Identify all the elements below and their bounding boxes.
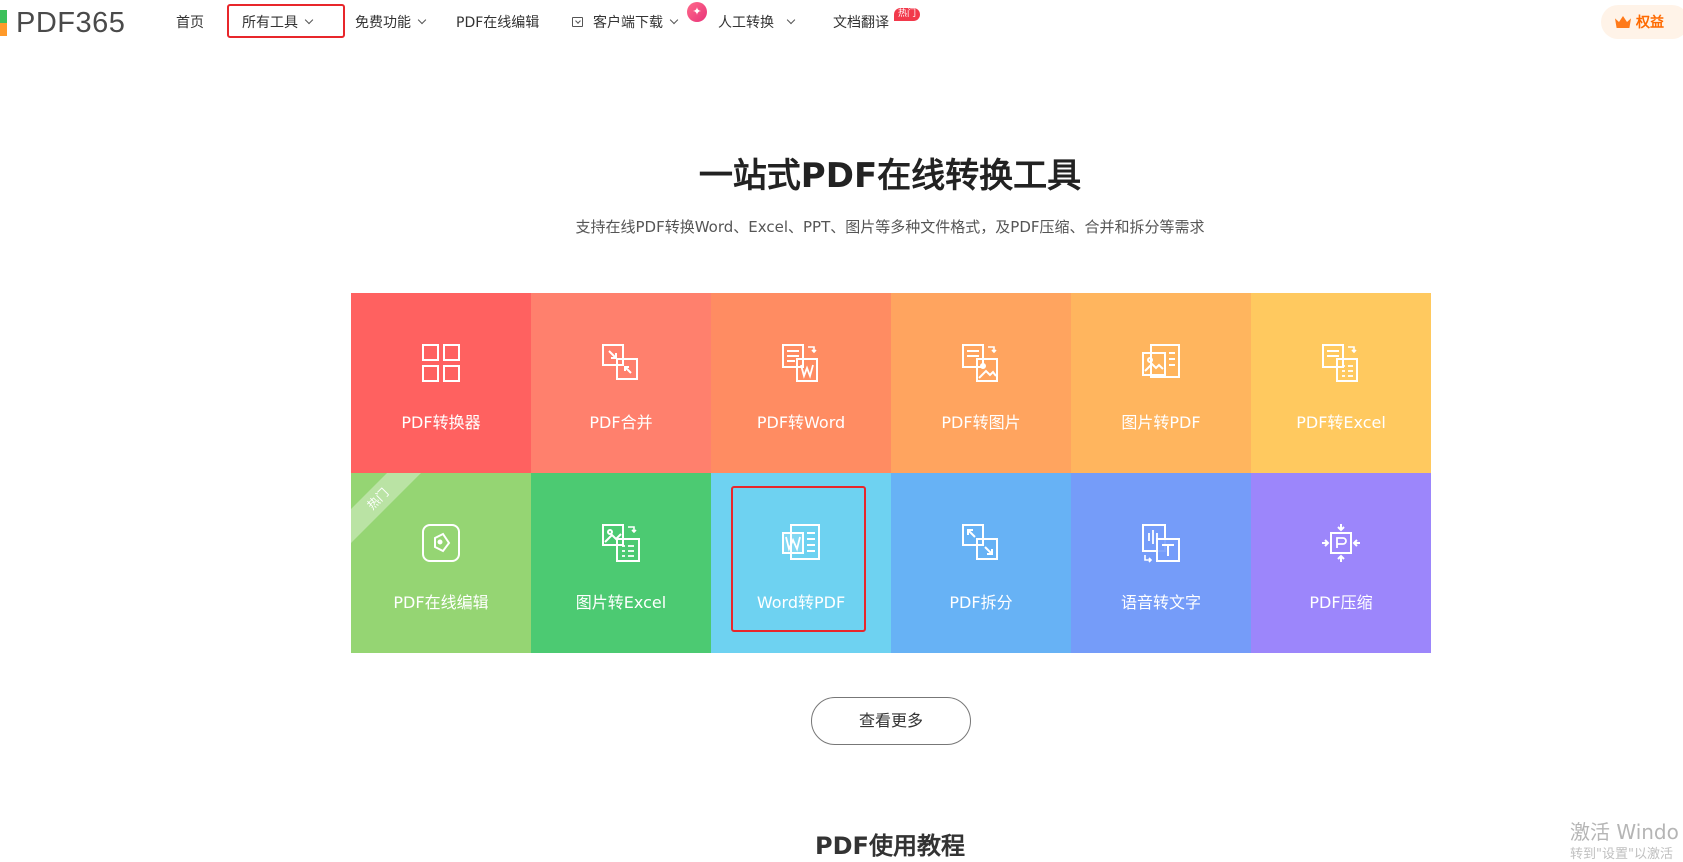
- tool-tile-pdf-compress[interactable]: PDF压缩: [1251, 473, 1431, 653]
- tool-tile-label: PDF转图片: [941, 413, 1021, 432]
- chevron-down-icon: [786, 15, 796, 25]
- nav-doc-translate-label: 文档翻译: [833, 15, 889, 31]
- hot-badge: 热门: [894, 8, 921, 21]
- windows-activation-watermark: 激活 Windo: [1570, 820, 1679, 844]
- tool-tile-image-to-excel[interactable]: 图片转Excel: [531, 473, 711, 653]
- tool-tile-label: PDF拆分: [949, 593, 1013, 612]
- nav-item-doc-translate[interactable]: 文档翻译: [833, 12, 889, 32]
- nav-home-label: 首页: [176, 15, 204, 31]
- download-icon: [572, 17, 583, 27]
- tool-tile-label: PDF压缩: [1309, 593, 1373, 612]
- nav-item-home[interactable]: 首页: [176, 12, 204, 32]
- voice-to-text-icon: [1142, 524, 1180, 563]
- tool-tile-image-to-pdf[interactable]: 图片转PDF: [1071, 293, 1251, 473]
- tool-tile-pdf-to-word[interactable]: PDF转Word: [711, 293, 891, 473]
- tool-tile-pdf-split[interactable]: PDF拆分: [891, 473, 1071, 653]
- tool-tile-label: PDF合并: [589, 413, 653, 432]
- nav-item-online-edit[interactable]: PDF在线编辑: [456, 12, 539, 32]
- tool-tile-label: PDF转换器: [401, 413, 481, 432]
- tool-tile-voice-to-text[interactable]: 语音转文字: [1071, 473, 1251, 653]
- nav-online-edit-label: PDF在线编辑: [456, 15, 540, 31]
- page-subtitle: 支持在线PDF转换Word、Excel、PPT、图片等多种文件格式，及PDF压缩…: [575, 218, 1205, 236]
- tool-tile-label: PDF转Excel: [1296, 413, 1386, 432]
- tool-grid: PDF转换器 PDF合并 PDF转Word PDF转图片 图片转PDF PDF转…: [351, 293, 1431, 653]
- nav-client-download-label: 客户端下载: [593, 15, 663, 31]
- image-to-excel-icon: [602, 524, 640, 562]
- crown-icon: [1615, 16, 1631, 28]
- pdf-to-word-icon: [782, 344, 818, 382]
- merge-icon: [602, 344, 638, 380]
- image-to-pdf-icon: [1142, 344, 1180, 378]
- logo-mark-icon: [0, 10, 7, 36]
- edit-icon: [422, 524, 460, 562]
- nav-item-free-features[interactable]: 免费功能: [355, 12, 427, 32]
- pdf365-logo[interactable]: PDF365: [0, 6, 126, 39]
- tool-tile-pdf-merge[interactable]: PDF合并: [531, 293, 711, 473]
- word-to-pdf-highlight-box: [731, 486, 866, 632]
- fire-icon: ✦: [687, 2, 707, 22]
- tool-tile-pdf-converter[interactable]: PDF转换器: [351, 293, 531, 473]
- benefits-label: 权益: [1636, 15, 1664, 31]
- tool-tile-pdf-to-excel[interactable]: PDF转Excel: [1251, 293, 1431, 473]
- chevron-down-icon: [669, 15, 679, 25]
- tutorial-section-title: PDF使用教程: [815, 832, 965, 860]
- all-tools-highlight-box: [227, 4, 345, 38]
- nav-item-manual-convert[interactable]: 人工转换: [718, 12, 796, 32]
- tool-tile-label: 语音转文字: [1120, 593, 1201, 612]
- chevron-down-icon: [417, 15, 427, 25]
- tool-tile-label: PDF转Word: [756, 413, 846, 432]
- logo-text: PDF365: [16, 6, 126, 39]
- view-more-button[interactable]: 查看更多: [811, 697, 971, 745]
- tool-tile-pdf-to-image[interactable]: PDF转图片: [891, 293, 1071, 473]
- windows-activation-hint: 转到"设置"以激活: [1570, 847, 1673, 862]
- grid-icon: [422, 344, 460, 382]
- benefits-button[interactable]: 权益: [1601, 5, 1683, 39]
- hot-ribbon: 热门: [351, 473, 426, 547]
- pdf-to-excel-icon: [1322, 344, 1358, 382]
- nav-free-features-label: 免费功能: [355, 15, 411, 31]
- tool-tile-label: 图片转Excel: [575, 593, 667, 612]
- nav-item-client-download[interactable]: 客户端下载: [572, 12, 679, 32]
- nav-manual-convert-label: 人工转换: [718, 15, 774, 31]
- pdf-to-image-icon: [962, 344, 998, 382]
- tool-tile-label: 图片转PDF: [1121, 413, 1201, 432]
- compress-icon: [1322, 524, 1360, 562]
- split-icon: [962, 524, 998, 560]
- top-navigation-bar: PDF365 首页 所有工具 免费功能 PDF在线编辑 客户端下载 人工转换 文…: [0, 0, 1683, 46]
- tool-tile-label: PDF在线编辑: [393, 593, 489, 612]
- tool-tile-pdf-online-edit[interactable]: 热门 PDF在线编辑: [351, 473, 531, 653]
- page-title: 一站式PDF在线转换工具: [698, 156, 1082, 196]
